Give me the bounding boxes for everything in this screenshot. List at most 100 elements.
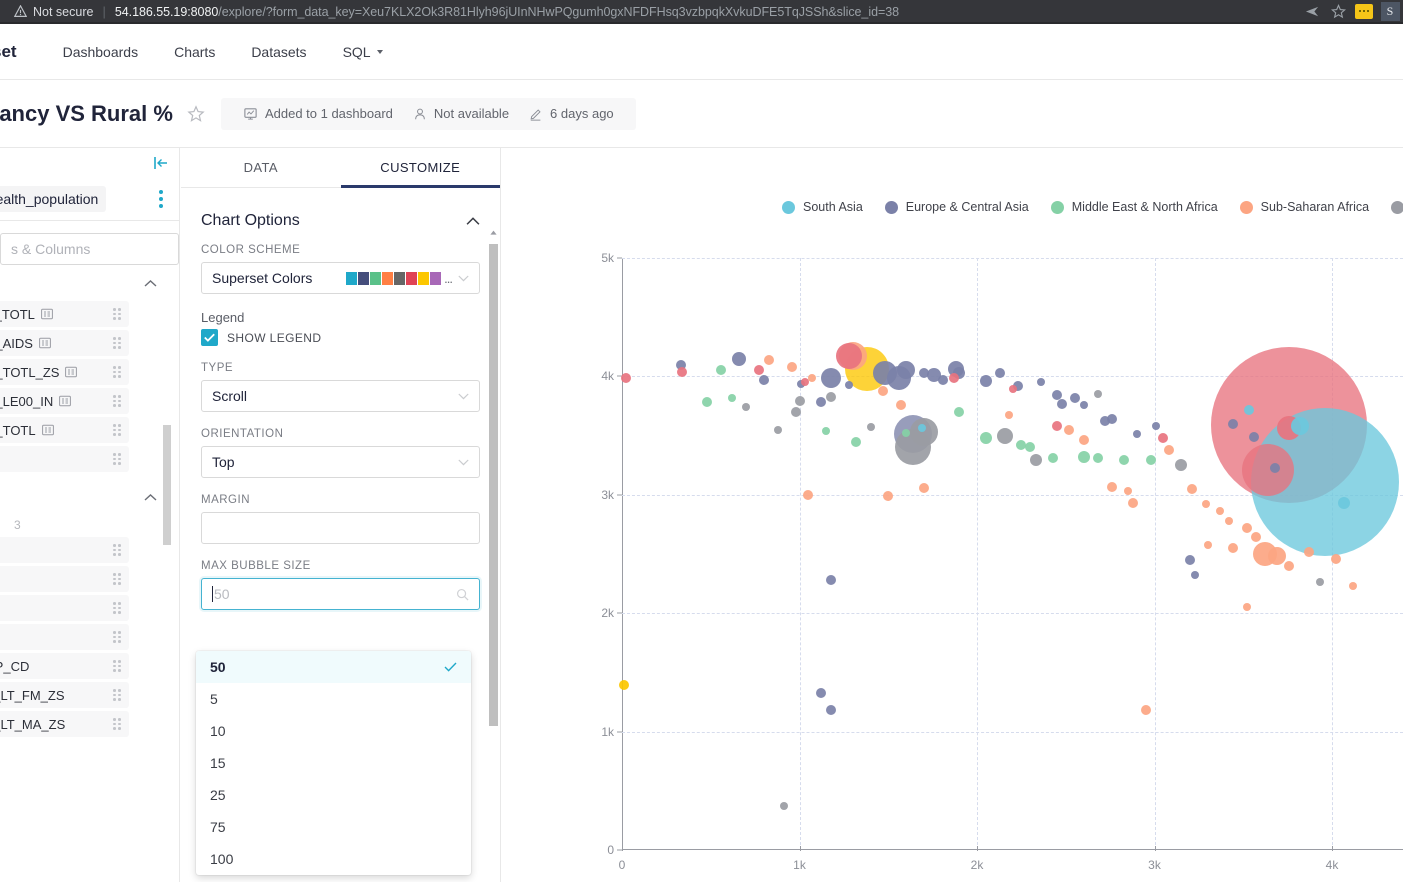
collapse-left-icon[interactable] (153, 156, 169, 170)
scatter-bubble[interactable] (1203, 540, 1212, 549)
metrics-section-toggle[interactable] (0, 265, 179, 298)
legend-item[interactable]: Middle East & North Africa (1050, 200, 1218, 214)
scatter-bubble[interactable] (895, 399, 906, 410)
scatter-bubble[interactable] (702, 397, 713, 408)
scatter-bubble[interactable] (826, 705, 837, 716)
scatter-bubble[interactable] (815, 397, 826, 408)
scatter-bubble[interactable] (1132, 430, 1141, 439)
dataset-menu-icon[interactable] (153, 186, 169, 212)
list-item[interactable]: R_TOTL (0, 417, 129, 443)
scatter-bubble[interactable] (1048, 453, 1059, 464)
legend-item[interactable]: South Asia (782, 200, 863, 214)
scatter-bubble[interactable] (716, 365, 727, 376)
scatter-bubble[interactable] (883, 490, 894, 501)
legend-type-select[interactable]: Scroll (201, 380, 480, 412)
control-panel-scrollbar[interactable] (489, 230, 498, 882)
drag-handle-icon[interactable] (113, 395, 121, 407)
scatter-bubble[interactable] (1250, 532, 1261, 543)
dataset-panel-scrollbar[interactable] (163, 413, 171, 713)
scatter-bubble[interactable] (1270, 462, 1281, 473)
scatter-bubble[interactable] (997, 427, 1014, 444)
drag-handle-icon[interactable] (113, 453, 121, 465)
drag-handle-icon[interactable] (113, 424, 121, 436)
scatter-bubble[interactable] (1036, 378, 1045, 387)
scatter-bubble[interactable] (1064, 424, 1075, 435)
legend-orientation-select[interactable]: Top (201, 446, 480, 478)
profile-avatar[interactable]: S (1377, 0, 1403, 22)
scatter-bubble[interactable] (620, 372, 631, 383)
list-item[interactable]: 4_LT_MA_ZS (0, 711, 129, 737)
list-item[interactable]: R_TOTL_ZS (0, 359, 129, 385)
nav-item-sql[interactable]: SQL (325, 24, 401, 80)
scatter-bubble[interactable] (1123, 487, 1132, 496)
scatter-bubble[interactable] (979, 431, 992, 444)
list-item[interactable]: AP_CD (0, 653, 129, 679)
dropdown-option-25[interactable]: 25 (196, 779, 471, 811)
scatter-bubble[interactable] (1185, 554, 1195, 565)
scatter-bubble[interactable] (1069, 392, 1080, 403)
share-icon[interactable] (1299, 0, 1325, 22)
scatter-bubble[interactable] (918, 367, 929, 378)
scatter-bubble[interactable] (1093, 390, 1102, 399)
scatter-bubble[interactable] (800, 378, 809, 387)
legend-item[interactable]: Latin (1391, 200, 1403, 214)
scatter-bubble[interactable] (787, 361, 798, 372)
scatter-bubble[interactable] (822, 426, 831, 435)
scatter-bubble[interactable] (897, 361, 915, 380)
scatter-bubble[interactable] (764, 354, 775, 365)
scatter-bubble[interactable] (1248, 431, 1259, 442)
drag-handle-icon[interactable] (113, 631, 121, 643)
list-item[interactable]: N_LE00_IN (0, 388, 129, 414)
scatter-bubble[interactable] (1242, 443, 1295, 496)
scatter-bubble[interactable] (1216, 507, 1225, 516)
scatter-bubble[interactable] (794, 396, 805, 407)
scatter-bubble[interactable] (1140, 705, 1151, 716)
scatter-bubble[interactable] (618, 680, 629, 691)
nav-item-dashboards[interactable]: Dashboards (45, 24, 157, 80)
scatter-bubble[interactable] (1008, 385, 1017, 394)
list-item[interactable] (0, 446, 129, 472)
legend-item[interactable]: Sub-Saharan Africa (1239, 200, 1369, 214)
drag-handle-icon[interactable] (113, 366, 121, 378)
nav-item-datasets[interactable]: Datasets (233, 24, 324, 80)
show-legend-row[interactable]: SHOW LEGEND (201, 329, 480, 346)
scatter-bubble[interactable] (1227, 418, 1238, 429)
scatter-bubble[interactable] (1241, 522, 1252, 533)
dropdown-option-100[interactable]: 100 (196, 843, 471, 875)
scatter-bubble[interactable] (1077, 450, 1090, 463)
scatter-bubble[interactable] (728, 393, 737, 402)
scatter-bubble[interactable] (1152, 422, 1161, 431)
scatter-bubble[interactable] (1078, 435, 1089, 446)
scatter-bubble[interactable] (1092, 453, 1103, 464)
scatter-bubble[interactable] (779, 802, 788, 811)
scatter-bubble[interactable] (1106, 481, 1117, 492)
scatter-bubble[interactable] (918, 482, 929, 493)
scatter-bubble[interactable] (979, 375, 992, 388)
color-scheme-select[interactable]: Superset Colors ... (201, 262, 480, 294)
scatter-bubble[interactable] (732, 351, 747, 366)
list-item[interactable]: 4_LT_FM_ZS (0, 682, 129, 708)
metrics-columns-search[interactable]: s & Columns (0, 233, 179, 265)
tab-customize[interactable]: CUSTOMIZE (340, 148, 501, 188)
scatter-bubble[interactable] (1349, 581, 1358, 590)
scatter-bubble[interactable] (826, 575, 837, 586)
scatter-bubble[interactable] (866, 423, 875, 432)
scatter-bubble[interactable] (845, 380, 854, 389)
list-item[interactable] (0, 537, 129, 563)
scatter-bubble[interactable] (938, 374, 949, 385)
drag-handle-icon[interactable] (113, 573, 121, 585)
scatter-bubble[interactable] (1330, 553, 1341, 564)
bookmark-star-icon[interactable] (1325, 0, 1351, 22)
scatter-bubble[interactable] (742, 403, 751, 412)
dataset-name[interactable]: _health_population (0, 186, 107, 212)
scrollbar-thumb[interactable] (489, 244, 498, 726)
scroll-up-arrow-icon[interactable] (490, 230, 497, 235)
scatter-bubble[interactable] (1051, 421, 1062, 432)
show-legend-checkbox[interactable] (201, 329, 218, 346)
scatter-bubble[interactable] (803, 489, 814, 500)
drag-handle-icon[interactable] (113, 602, 121, 614)
columns-section-toggle[interactable] (0, 475, 179, 512)
dropdown-option-5[interactable]: 5 (196, 683, 471, 715)
scatter-bubble[interactable] (917, 424, 926, 433)
scatter-bubble[interactable] (1225, 516, 1234, 525)
